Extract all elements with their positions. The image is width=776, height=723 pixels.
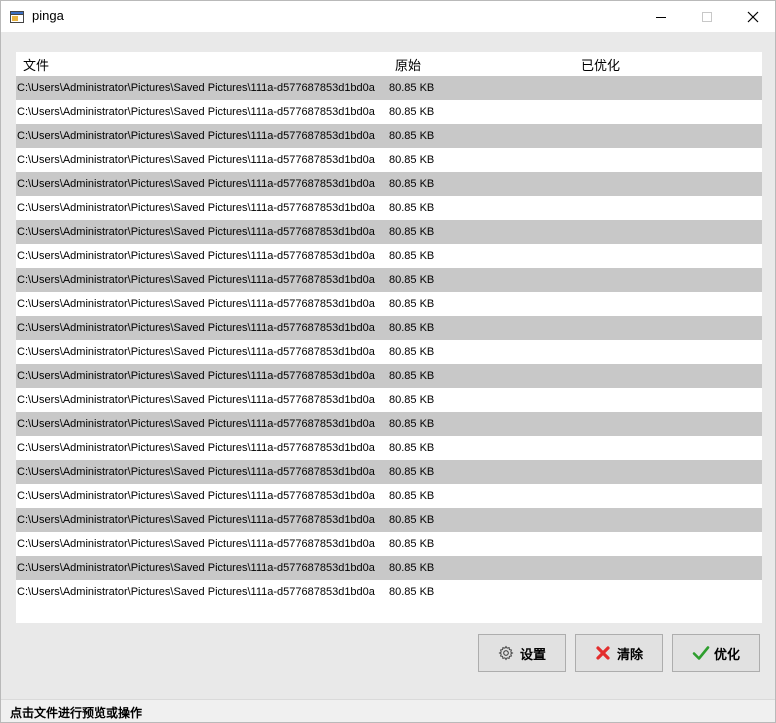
- original-size-cell: 80.85 KB: [389, 394, 435, 406]
- minimize-icon: [656, 16, 666, 18]
- table-row[interactable]: C:\Users\Administrator\Pictures\Saved Pi…: [16, 268, 762, 292]
- minimize-button[interactable]: [638, 1, 684, 32]
- file-path-cell: C:\Users\Administrator\Pictures\Saved Pi…: [17, 322, 375, 334]
- table-row[interactable]: C:\Users\Administrator\Pictures\Saved Pi…: [16, 100, 762, 124]
- file-path-cell: C:\Users\Administrator\Pictures\Saved Pi…: [17, 490, 375, 502]
- status-text: 点击文件进行预览或操作: [10, 706, 143, 720]
- table-row[interactable]: C:\Users\Administrator\Pictures\Saved Pi…: [16, 532, 762, 556]
- original-size-cell: 80.85 KB: [389, 418, 435, 430]
- table-row[interactable]: C:\Users\Administrator\Pictures\Saved Pi…: [16, 148, 762, 172]
- red-x-icon: [595, 645, 611, 661]
- original-size-cell: 80.85 KB: [389, 322, 435, 334]
- file-path-cell: C:\Users\Administrator\Pictures\Saved Pi…: [17, 586, 375, 598]
- file-path-cell: C:\Users\Administrator\Pictures\Saved Pi…: [17, 274, 375, 286]
- settings-button[interactable]: 设置: [478, 634, 566, 672]
- close-icon: [747, 11, 759, 22]
- gear-icon: [498, 645, 514, 661]
- file-path-cell: C:\Users\Administrator\Pictures\Saved Pi…: [17, 154, 375, 166]
- file-path-cell: C:\Users\Administrator\Pictures\Saved Pi…: [17, 394, 375, 406]
- file-path-cell: C:\Users\Administrator\Pictures\Saved Pi…: [17, 562, 375, 574]
- column-header-original[interactable]: 原始: [395, 55, 421, 74]
- original-size-cell: 80.85 KB: [389, 586, 435, 598]
- file-table[interactable]: 文件 原始 已优化 C:\Users\Administrator\Picture…: [16, 52, 762, 623]
- original-size-cell: 80.85 KB: [389, 490, 435, 502]
- table-row[interactable]: C:\Users\Administrator\Pictures\Saved Pi…: [16, 124, 762, 148]
- file-path-cell: C:\Users\Administrator\Pictures\Saved Pi…: [17, 466, 375, 478]
- table-row[interactable]: C:\Users\Administrator\Pictures\Saved Pi…: [16, 364, 762, 388]
- table-header: 文件 原始 已优化: [16, 52, 762, 74]
- file-path-cell: C:\Users\Administrator\Pictures\Saved Pi…: [17, 538, 375, 550]
- file-path-cell: C:\Users\Administrator\Pictures\Saved Pi…: [17, 442, 375, 454]
- table-row[interactable]: C:\Users\Administrator\Pictures\Saved Pi…: [16, 292, 762, 316]
- original-size-cell: 80.85 KB: [389, 82, 435, 94]
- optimize-button[interactable]: 优化: [672, 634, 760, 672]
- file-path-cell: C:\Users\Administrator\Pictures\Saved Pi…: [17, 298, 375, 310]
- original-size-cell: 80.85 KB: [389, 178, 435, 190]
- table-row[interactable]: C:\Users\Administrator\Pictures\Saved Pi…: [16, 172, 762, 196]
- table-row[interactable]: C:\Users\Administrator\Pictures\Saved Pi…: [16, 220, 762, 244]
- table-row[interactable]: C:\Users\Administrator\Pictures\Saved Pi…: [16, 76, 762, 100]
- clear-button[interactable]: 清除: [575, 634, 663, 672]
- file-path-cell: C:\Users\Administrator\Pictures\Saved Pi…: [17, 226, 375, 238]
- column-header-file[interactable]: 文件: [23, 55, 49, 74]
- original-size-cell: 80.85 KB: [389, 466, 435, 478]
- original-size-cell: 80.85 KB: [389, 562, 435, 574]
- original-size-cell: 80.85 KB: [389, 202, 435, 214]
- green-check-icon: [692, 645, 710, 661]
- file-path-cell: C:\Users\Administrator\Pictures\Saved Pi…: [17, 370, 375, 382]
- table-row[interactable]: C:\Users\Administrator\Pictures\Saved Pi…: [16, 508, 762, 532]
- file-path-cell: C:\Users\Administrator\Pictures\Saved Pi…: [17, 514, 375, 526]
- settings-label: 设置: [519, 647, 546, 663]
- table-row[interactable]: C:\Users\Administrator\Pictures\Saved Pi…: [16, 316, 762, 340]
- table-row[interactable]: C:\Users\Administrator\Pictures\Saved Pi…: [16, 436, 762, 460]
- close-button[interactable]: [730, 1, 776, 32]
- table-row[interactable]: C:\Users\Administrator\Pictures\Saved Pi…: [16, 244, 762, 268]
- maximize-button[interactable]: [684, 1, 730, 32]
- original-size-cell: 80.85 KB: [389, 370, 435, 382]
- table-row[interactable]: C:\Users\Administrator\Pictures\Saved Pi…: [16, 484, 762, 508]
- clear-label: 清除: [616, 647, 643, 663]
- table-row[interactable]: C:\Users\Administrator\Pictures\Saved Pi…: [16, 340, 762, 364]
- file-path-cell: C:\Users\Administrator\Pictures\Saved Pi…: [17, 250, 375, 262]
- app-window: pinga 文件 原始 已优化 C:\Users\Administrator\P…: [0, 0, 776, 723]
- original-size-cell: 80.85 KB: [389, 106, 435, 118]
- original-size-cell: 80.85 KB: [389, 250, 435, 262]
- original-size-cell: 80.85 KB: [389, 514, 435, 526]
- original-size-cell: 80.85 KB: [389, 538, 435, 550]
- title-bar[interactable]: pinga: [1, 1, 775, 32]
- original-size-cell: 80.85 KB: [389, 274, 435, 286]
- original-size-cell: 80.85 KB: [389, 442, 435, 454]
- table-row[interactable]: C:\Users\Administrator\Pictures\Saved Pi…: [16, 580, 762, 604]
- original-size-cell: 80.85 KB: [389, 226, 435, 238]
- file-path-cell: C:\Users\Administrator\Pictures\Saved Pi…: [17, 106, 375, 118]
- file-path-cell: C:\Users\Administrator\Pictures\Saved Pi…: [17, 346, 375, 358]
- original-size-cell: 80.85 KB: [389, 154, 435, 166]
- file-path-cell: C:\Users\Administrator\Pictures\Saved Pi…: [17, 82, 375, 94]
- maximize-icon: [702, 11, 712, 22]
- original-size-cell: 80.85 KB: [389, 130, 435, 142]
- column-header-optimized[interactable]: 已优化: [581, 55, 620, 74]
- file-path-cell: C:\Users\Administrator\Pictures\Saved Pi…: [17, 202, 375, 214]
- optimize-label: 优化: [713, 647, 740, 663]
- table-row[interactable]: C:\Users\Administrator\Pictures\Saved Pi…: [16, 196, 762, 220]
- original-size-cell: 80.85 KB: [389, 346, 435, 358]
- file-path-cell: C:\Users\Administrator\Pictures\Saved Pi…: [17, 178, 375, 190]
- table-row[interactable]: C:\Users\Administrator\Pictures\Saved Pi…: [16, 412, 762, 436]
- table-row[interactable]: C:\Users\Administrator\Pictures\Saved Pi…: [16, 460, 762, 484]
- table-row[interactable]: C:\Users\Administrator\Pictures\Saved Pi…: [16, 556, 762, 580]
- table-rows: C:\Users\Administrator\Pictures\Saved Pi…: [16, 76, 762, 604]
- app-icon: [10, 9, 24, 23]
- status-bar: 点击文件进行预览或操作: [1, 699, 775, 722]
- file-path-cell: C:\Users\Administrator\Pictures\Saved Pi…: [17, 130, 375, 142]
- original-size-cell: 80.85 KB: [389, 298, 435, 310]
- client-area: 文件 原始 已优化 C:\Users\Administrator\Picture…: [1, 32, 775, 699]
- window-title: pinga: [32, 8, 64, 23]
- table-row[interactable]: C:\Users\Administrator\Pictures\Saved Pi…: [16, 388, 762, 412]
- file-path-cell: C:\Users\Administrator\Pictures\Saved Pi…: [17, 418, 375, 430]
